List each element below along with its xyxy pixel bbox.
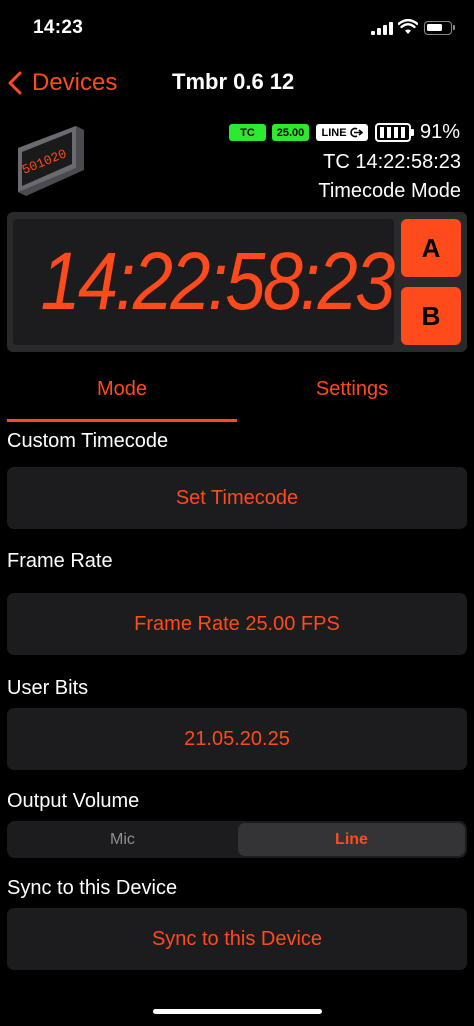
active-tab-indicator bbox=[7, 419, 237, 422]
frame-rate-label: Frame Rate bbox=[7, 550, 113, 572]
tab-mode[interactable]: Mode bbox=[7, 378, 237, 406]
sync-label: Sync to this Device bbox=[7, 877, 178, 899]
segment-mic[interactable]: Mic bbox=[9, 823, 236, 856]
fps-badge: 25.00 bbox=[272, 124, 309, 141]
timecode-digits: 14:22:58:23 bbox=[40, 236, 396, 327]
frame-rate-button[interactable]: Frame Rate 25.00 FPS bbox=[7, 593, 467, 655]
battery-icon bbox=[424, 21, 455, 35]
segment-line[interactable]: Line bbox=[238, 823, 465, 856]
user-bits-label: User Bits bbox=[7, 677, 89, 699]
set-timecode-button[interactable]: Set Timecode bbox=[7, 467, 467, 529]
line-output-icon bbox=[349, 127, 363, 138]
device-image: 501020 bbox=[14, 124, 88, 200]
line-badge-label: LINE bbox=[321, 126, 347, 139]
sync-button[interactable]: Sync to this Device bbox=[7, 908, 467, 970]
timecode-readout: TC 14:22:58:23 bbox=[323, 151, 461, 173]
back-button-label: Devices bbox=[32, 69, 118, 96]
output-volume-segmented-control: Mic Line bbox=[7, 821, 467, 858]
chevron-left-icon bbox=[8, 71, 22, 95]
wifi-icon bbox=[398, 19, 418, 34]
a-button[interactable]: A bbox=[401, 219, 461, 277]
custom-timecode-label: Custom Timecode bbox=[7, 430, 169, 452]
device-battery-icon bbox=[375, 123, 414, 142]
b-button[interactable]: B bbox=[401, 287, 461, 345]
status-time: 14:23 bbox=[33, 17, 84, 38]
home-indicator bbox=[153, 1009, 322, 1014]
mode-readout: Timecode Mode bbox=[318, 180, 461, 202]
nav-title: Tmbr 0.6 12 bbox=[172, 69, 295, 94]
back-button[interactable]: Devices bbox=[8, 66, 117, 100]
output-volume-label: Output Volume bbox=[7, 790, 140, 812]
cellular-signal-icon bbox=[371, 22, 393, 35]
line-badge: LINE bbox=[316, 124, 368, 141]
battery-percent: 91% bbox=[420, 121, 461, 143]
tab-settings[interactable]: Settings bbox=[237, 378, 467, 406]
user-bits-button[interactable]: 21.05.20.25 bbox=[7, 708, 467, 770]
tc-badge: TC bbox=[229, 124, 266, 141]
